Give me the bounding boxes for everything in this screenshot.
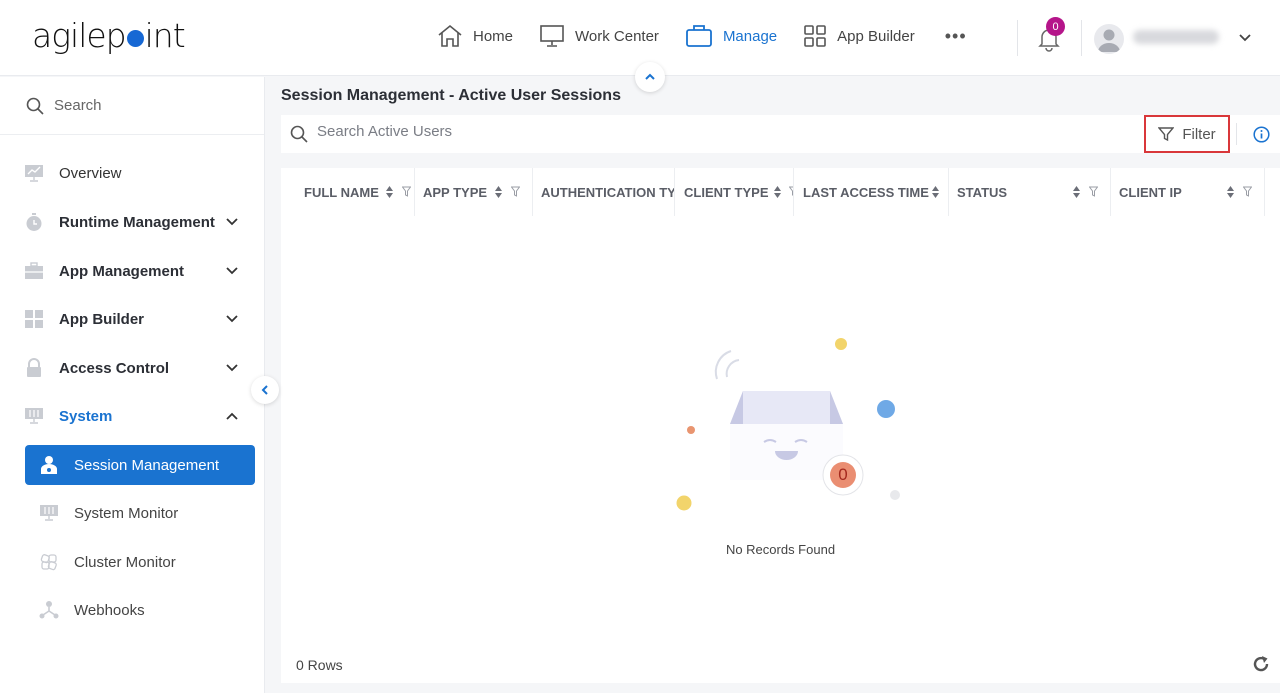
notification-badge: 0 bbox=[1046, 17, 1065, 36]
chevron-down-icon[interactable] bbox=[1237, 30, 1253, 46]
collapse-sidebar-button[interactable] bbox=[251, 376, 279, 404]
column-filter-icon[interactable] bbox=[511, 186, 520, 197]
chevron-down-icon bbox=[226, 364, 238, 372]
username-blurred bbox=[1133, 30, 1219, 44]
sort-icon[interactable] bbox=[1226, 185, 1235, 199]
sidebar-item-system[interactable]: System bbox=[0, 396, 265, 436]
search-icon bbox=[290, 125, 308, 143]
more-menu-button[interactable]: ••• bbox=[945, 26, 967, 47]
column-filter-icon[interactable] bbox=[402, 186, 411, 197]
webhook-icon bbox=[39, 600, 59, 620]
agilepoint-logo[interactable]: agilep int bbox=[32, 16, 186, 55]
sidebar-item-access-control[interactable]: Access Control bbox=[0, 348, 265, 388]
empty-box-illustration bbox=[676, 338, 900, 511]
empty-count-badge: 0 bbox=[838, 465, 848, 484]
monitor-icon bbox=[540, 25, 564, 47]
stopwatch-icon bbox=[24, 212, 44, 232]
chevron-up-icon bbox=[645, 73, 655, 80]
user-icon bbox=[1098, 29, 1120, 52]
column-filter-icon[interactable] bbox=[1089, 186, 1098, 197]
divider bbox=[1236, 123, 1237, 145]
nav-work-center[interactable]: Work Center bbox=[539, 24, 659, 48]
column-header-client-type[interactable]: CLIENT TYPE bbox=[675, 168, 794, 216]
home-icon bbox=[438, 24, 462, 47]
app-grid-icon bbox=[24, 309, 44, 329]
cluster-icon bbox=[39, 552, 59, 572]
column-header-app-type[interactable]: APP TYPE bbox=[415, 168, 533, 216]
collapse-nav-button[interactable] bbox=[635, 62, 665, 92]
sort-icon[interactable] bbox=[1072, 185, 1081, 199]
grid-header: FULL NAME APP TYPE AUTHENTICATION TYPE C… bbox=[281, 168, 1280, 216]
sidebar-item-app-builder[interactable]: App Builder bbox=[0, 299, 265, 339]
nav-home[interactable]: Home bbox=[437, 24, 513, 48]
chevron-left-icon bbox=[261, 385, 268, 395]
chevron-down-icon bbox=[226, 218, 238, 226]
column-header-full-name[interactable]: FULL NAME bbox=[295, 168, 415, 216]
user-session-icon bbox=[39, 455, 59, 475]
lock-icon bbox=[24, 358, 44, 378]
nav-app-builder[interactable]: App Builder bbox=[803, 24, 915, 48]
sidebar-search[interactable]: Search bbox=[0, 77, 264, 135]
funnel-icon bbox=[1158, 127, 1175, 142]
logo-dot bbox=[126, 30, 144, 47]
divider bbox=[1017, 20, 1018, 56]
sidebar-subitem-webhooks[interactable]: Webhooks bbox=[25, 590, 255, 630]
sidebar-subitem-session-management[interactable]: Session Management bbox=[25, 445, 255, 485]
no-records-message: No Records Found bbox=[725, 542, 836, 557]
divider bbox=[1081, 20, 1082, 56]
search-bar: Filter bbox=[281, 115, 1280, 153]
filter-button[interactable]: Filter bbox=[1144, 115, 1230, 153]
chevron-down-icon bbox=[226, 267, 238, 275]
sessions-grid: FULL NAME APP TYPE AUTHENTICATION TYPE C… bbox=[281, 168, 1280, 683]
sort-icon[interactable] bbox=[773, 185, 782, 199]
sidebar: Search Overview Runtime Management App M… bbox=[0, 77, 265, 693]
search-icon bbox=[26, 97, 44, 115]
column-filter-icon[interactable] bbox=[1243, 186, 1252, 197]
chart-monitor-icon bbox=[24, 163, 44, 183]
column-header-last-access-time[interactable]: LAST ACCESS TIME bbox=[794, 168, 949, 216]
sidebar-item-runtime-management[interactable]: Runtime Management bbox=[0, 202, 265, 242]
sidebar-item-app-management[interactable]: App Management bbox=[0, 251, 265, 291]
sidebar-item-overview[interactable]: Overview bbox=[0, 153, 265, 193]
search-active-users-input[interactable] bbox=[317, 123, 1117, 140]
column-header-authentication-type[interactable]: AUTHENTICATION TYPE bbox=[533, 168, 675, 216]
system-monitor-icon bbox=[39, 503, 59, 523]
info-icon[interactable] bbox=[1253, 126, 1270, 143]
nav-manage[interactable]: Manage bbox=[685, 24, 777, 48]
grid-icon bbox=[804, 25, 826, 47]
rows-count: 0 Rows bbox=[296, 657, 343, 673]
avatar[interactable] bbox=[1094, 24, 1124, 54]
server-icon bbox=[24, 406, 44, 426]
page-title: Session Management - Active User Session… bbox=[281, 87, 621, 104]
sidebar-subitem-system-monitor[interactable]: System Monitor bbox=[25, 493, 255, 533]
chevron-down-icon bbox=[226, 315, 238, 323]
toolbox-icon bbox=[24, 261, 44, 281]
main-nav: Home Work Center Manage App Builder ••• bbox=[437, 24, 967, 48]
column-header-status[interactable]: STATUS bbox=[949, 168, 1111, 216]
chevron-up-icon bbox=[226, 412, 238, 420]
column-header-client-ip[interactable]: CLIENT IP bbox=[1111, 168, 1265, 216]
sort-icon[interactable] bbox=[494, 185, 503, 199]
briefcase-icon bbox=[686, 25, 712, 47]
sort-icon[interactable] bbox=[931, 185, 940, 199]
sort-icon[interactable] bbox=[385, 185, 394, 199]
sidebar-subitem-cluster-monitor[interactable]: Cluster Monitor bbox=[25, 542, 255, 582]
refresh-icon[interactable] bbox=[1252, 655, 1270, 673]
